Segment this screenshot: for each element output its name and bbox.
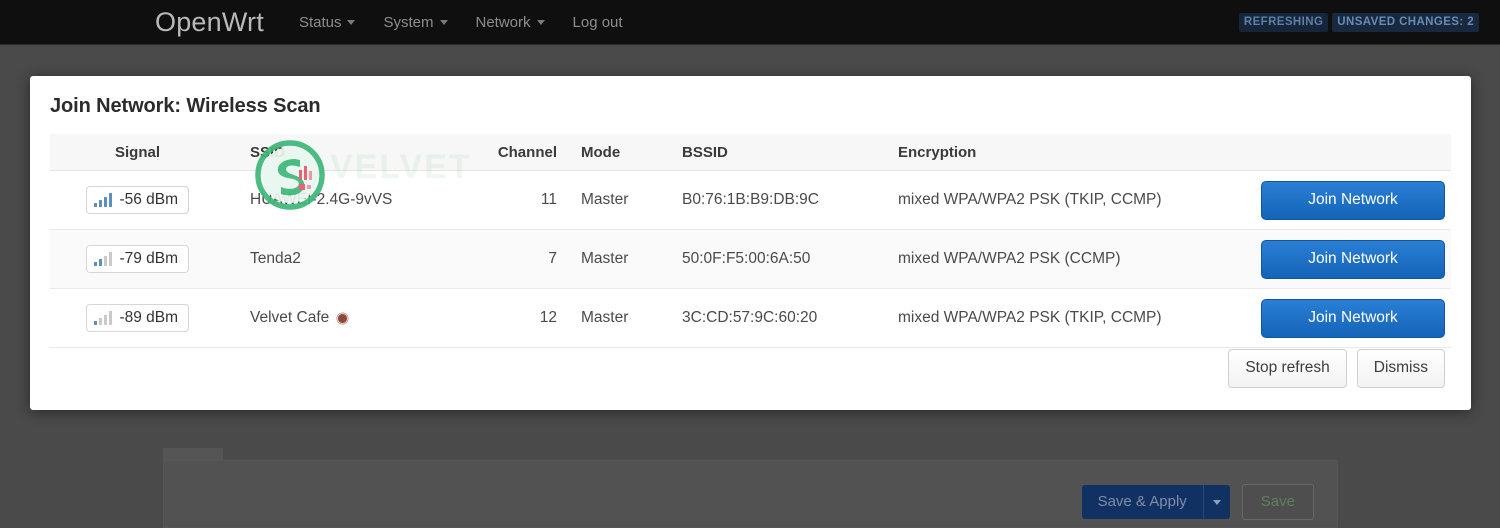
dismiss-button[interactable]: Dismiss xyxy=(1356,349,1445,388)
modal-footer: Stop refresh Dismiss xyxy=(1228,349,1445,388)
bssid-value: B0:76:1B:B9:DB:9C xyxy=(682,191,819,208)
join-network-button[interactable]: Join Network xyxy=(1261,180,1445,220)
signal-strength-indicator: -79 dBm xyxy=(85,245,190,273)
row-action-cell: Join Network xyxy=(1250,180,1451,220)
table-row: -79 dBm Tenda2 7 Master 50:0F:F5:00:6A:5… xyxy=(50,230,1451,289)
column-header-bssid: BSSID xyxy=(682,143,728,161)
bssid-value: 3C:CD:57:9C:60:20 xyxy=(682,309,818,326)
signal-value: -79 dBm xyxy=(119,250,179,267)
nav-label: Log out xyxy=(572,13,623,31)
bssid-value: 50:0F:F5:00:6A:50 xyxy=(682,250,811,267)
ssid-value: HUAWEI-2.4G-9vVS xyxy=(250,191,393,208)
signal-bars-icon xyxy=(93,193,113,207)
signal-bars-icon xyxy=(93,311,113,325)
table-header-row: Signal SSID Channel Mode BSSID Encryptio… xyxy=(50,134,1451,171)
ssid-value: Tenda2 xyxy=(250,250,301,267)
stop-refresh-button[interactable]: Stop refresh xyxy=(1228,349,1347,388)
save-and-apply-button[interactable]: Save & Apply xyxy=(1081,485,1203,519)
signal-cell: -56 dBm xyxy=(50,186,225,214)
signal-value: -56 dBm xyxy=(119,191,179,208)
chevron-down-icon xyxy=(1212,499,1221,505)
join-network-button[interactable]: Join Network xyxy=(1261,239,1445,279)
column-header-encryption: Encryption xyxy=(898,143,977,161)
signal-cell: -79 dBm xyxy=(50,245,225,273)
top-navbar: OpenWrt Status System Network Log out RE… xyxy=(0,0,1500,45)
nav-item-network[interactable]: Network xyxy=(476,14,545,31)
ssid-cell: Velvet Cafe xyxy=(225,309,460,327)
mode-value: Master xyxy=(581,309,629,326)
encryption-value: mixed WPA/WPA2 PSK (CCMP) xyxy=(898,250,1121,267)
mode-value: Master xyxy=(581,250,629,267)
channel-value: 11 xyxy=(540,191,557,208)
nav-item-logout[interactable]: Log out xyxy=(573,14,623,31)
wireless-scan-modal: Join Network: Wireless Scan Signal SSID … xyxy=(30,76,1471,410)
encryption-value: mixed WPA/WPA2 PSK (TKIP, CCMP) xyxy=(898,309,1162,326)
mode-value: Master xyxy=(581,191,629,208)
nav-item-status[interactable]: Status xyxy=(299,14,356,31)
table-row: -56 dBm HUAWEI-2.4G-9vVS 11 Master B0:76… xyxy=(50,171,1451,230)
status-badge-unsaved-changes[interactable]: UNSAVED CHANGES: 2 xyxy=(1332,13,1479,32)
nav-label: System xyxy=(383,13,434,31)
save-button[interactable]: Save xyxy=(1241,484,1314,520)
background-action-bar: Save & Apply Save xyxy=(1081,484,1314,520)
signal-cell: -89 dBm xyxy=(50,304,225,332)
modal-title: Join Network: Wireless Scan xyxy=(50,95,321,117)
column-header-ssid: SSID xyxy=(250,143,286,161)
chevron-down-icon xyxy=(439,19,448,25)
nav-label: Network xyxy=(475,13,531,31)
status-badge-refreshing[interactable]: REFRESHING xyxy=(1238,13,1329,32)
signal-strength-indicator: -89 dBm xyxy=(85,304,190,332)
signal-bars-icon xyxy=(93,252,113,266)
status-badges: REFRESHING UNSAVED CHANGES: 2 xyxy=(1238,13,1479,32)
save-apply-dropdown-toggle[interactable] xyxy=(1202,485,1230,519)
channel-value: 12 xyxy=(539,309,557,326)
table-row: -89 dBm Velvet Cafe 12 Master 3C:CD:57:9… xyxy=(50,289,1451,348)
ssid-cell: HUAWEI-2.4G-9vVS xyxy=(225,191,460,209)
save-apply-group: Save & Apply xyxy=(1081,485,1230,519)
nav-label: Status xyxy=(298,13,342,31)
ssid-value: Velvet Cafe xyxy=(250,309,330,326)
lock-dot-icon xyxy=(337,312,349,324)
ssid-cell: Tenda2 xyxy=(225,250,460,268)
column-header-signal: Signal xyxy=(114,143,160,161)
wireless-scan-table: Signal SSID Channel Mode BSSID Encryptio… xyxy=(50,134,1451,348)
column-header-channel: Channel xyxy=(497,143,557,161)
encryption-value: mixed WPA/WPA2 PSK (TKIP, CCMP) xyxy=(898,191,1162,208)
brand-logo[interactable]: OpenWrt xyxy=(155,7,264,38)
nav-item-system[interactable]: System xyxy=(383,13,448,31)
row-action-cell: Join Network xyxy=(1250,298,1451,338)
main-nav: Status System Network Log out xyxy=(299,14,623,31)
row-action-cell: Join Network xyxy=(1250,239,1451,279)
channel-value: 7 xyxy=(548,250,557,267)
chevron-down-icon xyxy=(347,19,356,25)
column-header-mode: Mode xyxy=(581,143,621,161)
signal-strength-indicator: -56 dBm xyxy=(85,186,190,214)
join-network-button[interactable]: Join Network xyxy=(1261,298,1445,338)
signal-value: -89 dBm xyxy=(119,309,179,326)
chevron-down-icon xyxy=(536,19,545,25)
